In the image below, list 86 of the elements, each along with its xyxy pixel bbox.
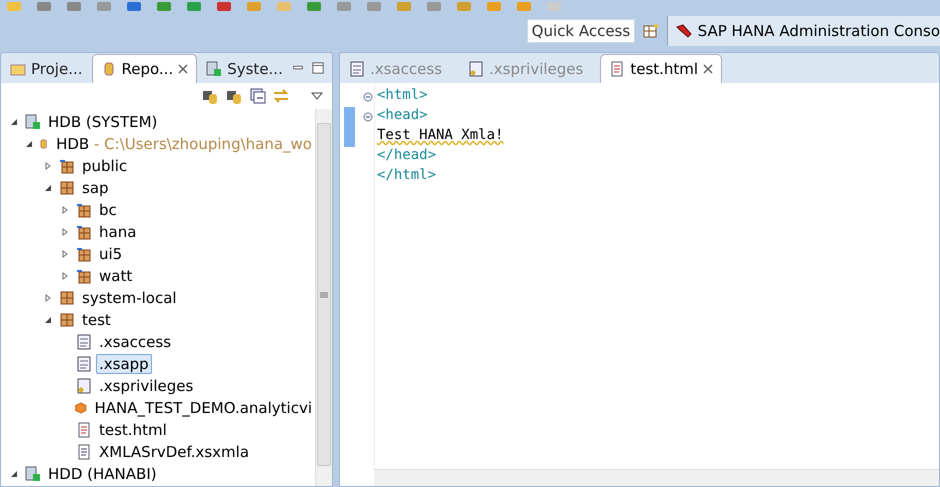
system-icon [25, 466, 41, 482]
toolbar-icon[interactable] [96, 2, 112, 12]
tree-item[interactable]: test.html [96, 420, 170, 440]
system-icon [25, 114, 41, 130]
toolbar-icon[interactable] [216, 2, 232, 12]
linked-package-icon [76, 246, 92, 262]
code-line: <head> [377, 107, 428, 123]
toolbar-icon[interactable] [306, 2, 322, 12]
view-tab[interactable]: Syste... [197, 54, 292, 83]
code-line: </html> [377, 167, 436, 183]
code-line: </head> [377, 147, 436, 163]
editor-tab[interactable]: test.html [600, 54, 722, 83]
collapse-arrow-icon[interactable] [10, 118, 18, 126]
vertical-scrollbar[interactable] [315, 109, 332, 486]
view-tab[interactable]: Repo... [92, 54, 198, 83]
package-icon [59, 180, 75, 196]
toolbar-icon[interactable] [366, 2, 382, 12]
linked-package-icon [76, 202, 92, 218]
tree-item[interactable]: HANA_TEST_DEMO.analyticvi [91, 398, 315, 418]
tree-item[interactable]: HDB (SYSTEM) [45, 112, 160, 132]
perspective-label: SAP HANA Administration Conso [698, 22, 940, 40]
collapse-all-icon[interactable] [250, 88, 266, 104]
expand-arrow-icon[interactable] [44, 294, 52, 302]
tool-icon [676, 24, 692, 38]
toolbar-icon[interactable] [66, 2, 82, 12]
tree-item[interactable]: .xsapp [96, 354, 152, 374]
linked-package-icon [59, 158, 75, 174]
horizontal-scrollbar[interactable] [374, 469, 939, 486]
link-arrows-icon[interactable] [272, 88, 290, 104]
tree-item[interactable]: bc [96, 200, 120, 220]
tree-item[interactable]: watt [96, 266, 136, 286]
tree-item[interactable]: HDB - C:\Users\zhouping\hana_wo [53, 134, 315, 154]
doc-icon [76, 444, 92, 460]
collapse-arrow-icon[interactable] [24, 140, 33, 148]
toolbar-icon[interactable] [186, 2, 202, 12]
fold-icon[interactable] [363, 112, 373, 122]
collapse-arrow-icon[interactable] [10, 470, 18, 478]
xskey-icon [76, 378, 92, 394]
tree-item[interactable]: public [79, 156, 130, 176]
tree-item[interactable]: system-local [79, 288, 180, 308]
code-line: Test HANA Xmla! [377, 127, 504, 143]
database-icon[interactable] [226, 88, 244, 104]
tree-item[interactable]: test [79, 310, 114, 330]
tree-item[interactable]: XMLASrvDef.xsxmla [96, 442, 252, 462]
tree-item[interactable]: .xsprivileges [96, 376, 196, 396]
html-icon [609, 61, 626, 77]
collapse-arrow-icon[interactable] [44, 184, 52, 192]
expand-arrow-icon[interactable] [61, 206, 69, 214]
package-icon [59, 290, 75, 306]
close-icon[interactable] [703, 64, 714, 74]
toolbar-icon[interactable] [336, 2, 352, 12]
fold-icon[interactable] [363, 92, 373, 102]
xsfile-icon [76, 334, 92, 350]
maximize-icon[interactable] [312, 61, 324, 75]
open-perspective-icon[interactable] [642, 23, 659, 39]
expand-arrow-icon[interactable] [61, 272, 69, 280]
tree-item[interactable]: hana [96, 222, 140, 242]
close-icon[interactable] [178, 64, 188, 74]
expand-arrow-icon[interactable] [61, 228, 69, 236]
perspective-button[interactable]: SAP HANA Administration Conso [666, 16, 940, 46]
toolbar-icon[interactable] [126, 2, 142, 12]
html-icon [76, 422, 92, 438]
tree-item[interactable]: sap [79, 178, 112, 198]
code-line: <html> [377, 87, 428, 103]
toolbar-icon[interactable] [156, 2, 172, 12]
tree-item[interactable]: ui5 [96, 244, 126, 264]
linked-package-icon [76, 268, 92, 284]
tree-item[interactable]: .xsaccess [96, 332, 174, 352]
toolbar-icon[interactable] [36, 2, 52, 12]
expand-arrow-icon[interactable] [44, 162, 52, 170]
view-tab[interactable]: Proje... [1, 54, 92, 83]
database-add-icon[interactable] [202, 88, 220, 104]
expand-arrow-icon[interactable] [61, 250, 69, 258]
quick-access-field[interactable]: Quick Access [526, 19, 635, 43]
system-icon [206, 61, 222, 77]
cube-icon [74, 400, 88, 416]
dropdown-icon[interactable] [310, 91, 324, 101]
toolbar-icon[interactable] [426, 2, 442, 12]
xskey-icon [468, 61, 484, 77]
collapse-arrow-icon[interactable] [44, 316, 52, 324]
xsfile-icon [349, 61, 365, 77]
linked-package-icon [76, 224, 92, 240]
package-icon [59, 312, 75, 328]
grip-icon[interactable] [320, 290, 328, 298]
tree-item[interactable]: HDD (HANABI) [45, 464, 160, 484]
xsfile-icon [76, 356, 92, 372]
